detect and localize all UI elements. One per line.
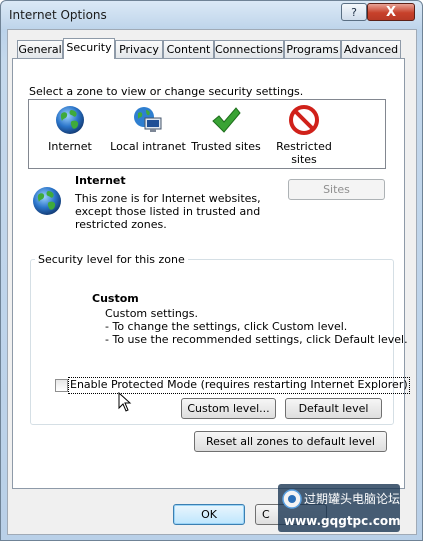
intranet-icon	[134, 107, 162, 132]
window-title: Internet Options	[9, 8, 107, 22]
selected-zone-description: except those listed in trusted and	[75, 205, 261, 218]
sites-button[interactable]: Sites	[288, 179, 385, 200]
zone-label: Restricted sites	[276, 140, 332, 166]
globe-icon	[33, 187, 61, 215]
security-level-title: Security level for this zone	[35, 253, 188, 266]
watermark-line1: 过期罐头电脑论坛	[304, 492, 401, 506]
ok-button[interactable]: OK	[173, 504, 245, 525]
mouse-cursor-icon	[118, 392, 132, 412]
tab-connections[interactable]: Connections	[214, 40, 284, 58]
protected-mode-checkbox[interactable]	[55, 379, 68, 392]
zone-label: Trusted sites	[191, 140, 261, 153]
zone-local-intranet[interactable]: Local intranet	[109, 100, 187, 168]
zone-label: Internet	[48, 140, 92, 153]
globe-icon	[56, 106, 84, 134]
help-button[interactable]: ?	[341, 3, 367, 21]
tab-content[interactable]: Content	[163, 40, 214, 58]
zone-label: Local intranet	[110, 140, 186, 153]
custom-level-button[interactable]: Custom level...	[181, 398, 276, 419]
selected-zone-description: restricted zones.	[75, 218, 167, 231]
selected-zone-description: This zone is for Internet websites,	[75, 192, 261, 205]
tab-general[interactable]: General	[17, 40, 63, 58]
security-level-line: - To change the settings, click Custom l…	[105, 320, 348, 333]
tab-advanced[interactable]: Advanced	[341, 40, 401, 58]
watermark-overlay: 过期罐头电脑论坛 www.gqgtpc.com	[278, 484, 401, 532]
security-level-line: - To use the recommended settings, click…	[105, 333, 408, 346]
restricted-icon	[289, 105, 319, 135]
close-button[interactable]: X	[367, 3, 415, 21]
tab-security[interactable]: Security	[63, 38, 115, 59]
zone-list: Internet Local intranet Trusted sites Re…	[28, 99, 386, 169]
tab-privacy[interactable]: Privacy	[115, 40, 163, 58]
title-bar[interactable]: Internet Options ? X	[1, 1, 422, 31]
checkmark-icon	[212, 107, 241, 133]
zone-internet[interactable]: Internet	[31, 100, 109, 168]
zone-restricted-sites[interactable]: Restricted sites	[265, 100, 343, 168]
forum-logo-icon	[282, 489, 302, 509]
close-icon: X	[385, 5, 397, 20]
selected-zone-name: Internet	[75, 174, 126, 187]
watermark-line2: www.gqgtpc.com	[284, 514, 401, 528]
tab-programs[interactable]: Programs	[284, 40, 341, 58]
security-level-line: Custom settings.	[105, 307, 199, 320]
zone-prompt: Select a zone to view or change security…	[29, 85, 304, 98]
reset-all-zones-button[interactable]: Reset all zones to default level	[194, 431, 387, 452]
security-level-name: Custom	[92, 292, 139, 305]
zone-trusted-sites[interactable]: Trusted sites	[187, 100, 265, 168]
default-level-button[interactable]: Default level	[285, 398, 382, 419]
